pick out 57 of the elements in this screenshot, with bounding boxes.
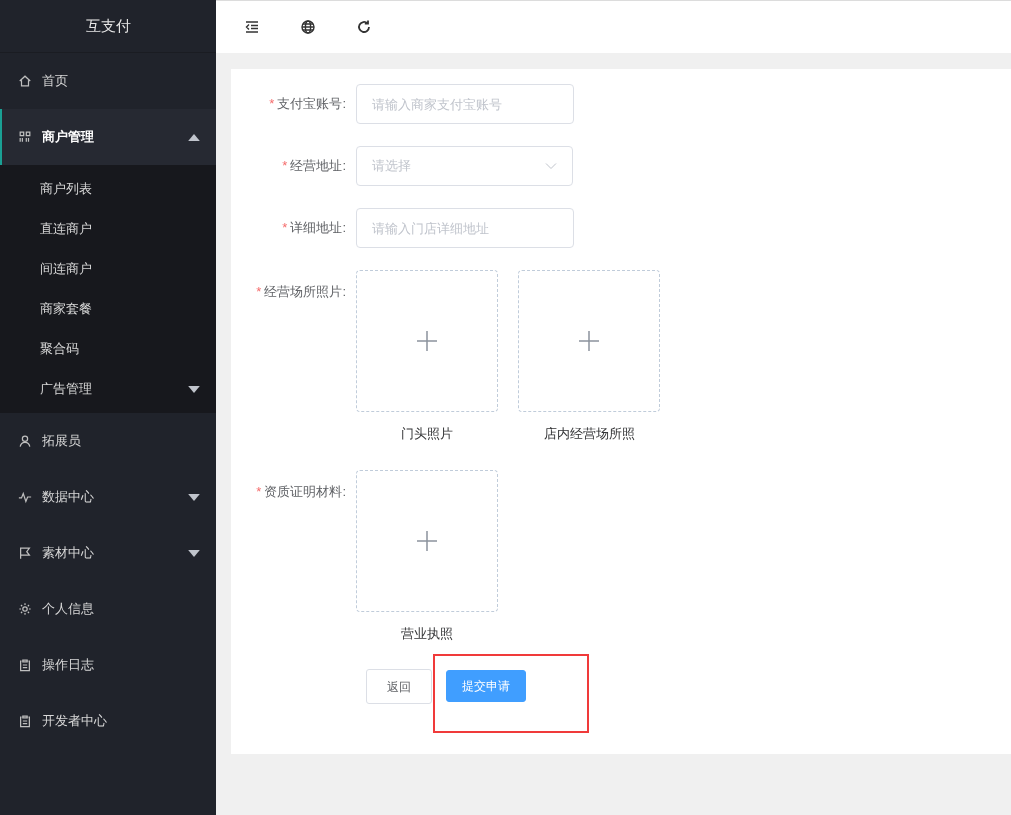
required-mark: * (269, 95, 275, 114)
field-label: 详细地址: (290, 219, 346, 238)
sidebar-label: 数据中心 (42, 488, 95, 507)
globe-icon (300, 19, 316, 35)
pulse-icon (18, 490, 32, 504)
sidebar-item[interactable]: 个人信息 (0, 581, 216, 637)
sidebar-item[interactable]: 操作日志 (0, 637, 216, 693)
required-mark: * (256, 283, 262, 301)
sidebar-item[interactable]: 开发者中心 (0, 693, 216, 749)
plus-icon (417, 331, 437, 351)
field-label: 经营地址: (290, 157, 346, 176)
back-button[interactable]: 返回 (366, 669, 432, 704)
sidebar-label: 商户管理 (42, 128, 95, 147)
sidebar-label: 操作日志 (42, 656, 95, 675)
upload-caption: 营业执照 (401, 624, 453, 643)
field-label: 支付宝账号: (277, 95, 346, 114)
field-label: 经营场所照片: (264, 283, 346, 301)
required-mark: * (282, 219, 288, 238)
required-mark: * (282, 157, 288, 176)
required-mark: * (256, 482, 262, 501)
submenu-item[interactable]: 广告管理 (0, 369, 216, 409)
field-label: 资质证明材料: (264, 482, 346, 501)
caret-icon (188, 385, 200, 393)
collapse-menu-icon (244, 19, 260, 35)
home-icon (18, 74, 32, 88)
upload-caption: 店内经营场所照 (543, 425, 635, 443)
plus-icon (417, 530, 437, 551)
submenu-item[interactable]: 聚合码 (0, 329, 216, 369)
plus-icon (579, 331, 599, 351)
clipboard-icon (18, 658, 32, 672)
sidebar-item[interactable]: 商户管理 (0, 109, 216, 165)
settings-icon (18, 602, 32, 616)
sidebar-label: 个人信息 (42, 600, 95, 619)
user-icon (18, 434, 32, 448)
sidebar-item[interactable]: 拓展员 (0, 413, 216, 469)
grid-icon (18, 130, 32, 144)
sidebar-item[interactable]: 素材中心 (0, 525, 216, 581)
sidebar-item[interactable]: 首页 (0, 53, 216, 109)
chevron-down-icon (545, 162, 557, 170)
sidebar-item[interactable]: 数据中心 (0, 469, 216, 525)
flag-icon (18, 546, 32, 560)
submenu-item[interactable]: 间连商户 (0, 249, 216, 289)
caret-icon (188, 133, 200, 141)
input-field[interactable]: 请输入商家支付宝账号 (356, 84, 574, 124)
caret-icon (188, 493, 200, 501)
upload-caption: 门头照片 (401, 425, 453, 443)
refresh-icon (356, 19, 372, 35)
submenu-item[interactable]: 商户列表 (0, 169, 216, 209)
submenu-item[interactable]: 直连商户 (0, 209, 216, 249)
sidebar-label: 素材中心 (42, 544, 95, 563)
clipboard-icon (18, 714, 32, 728)
select-placeholder: 请选择 (372, 157, 411, 176)
sidebar-label: 拓展员 (42, 432, 82, 451)
sidebar-label: 开发者中心 (42, 712, 108, 731)
submenu-item[interactable]: 商家套餐 (0, 289, 216, 329)
sidebar-label: 首页 (42, 72, 69, 91)
caret-icon (188, 549, 200, 557)
